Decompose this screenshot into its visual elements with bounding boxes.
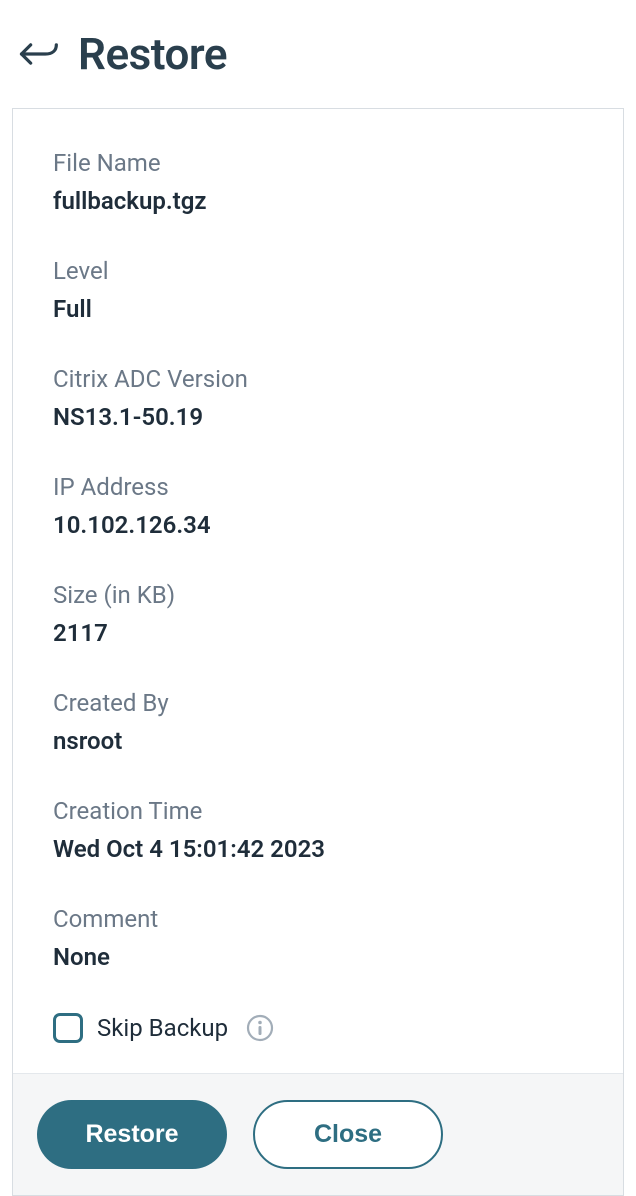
level-value: Full bbox=[53, 295, 583, 323]
skip-backup-checkbox[interactable] bbox=[53, 1013, 83, 1043]
file-name-value: fullbackup.tgz bbox=[53, 187, 583, 215]
field-size: Size (in KB) 2117 bbox=[53, 581, 583, 647]
ip-value: 10.102.126.34 bbox=[53, 511, 583, 539]
version-label: Citrix ADC Version bbox=[53, 365, 583, 393]
level-label: Level bbox=[53, 257, 583, 285]
size-value: 2117 bbox=[53, 619, 583, 647]
comment-label: Comment bbox=[53, 905, 583, 933]
version-value: NS13.1-50.19 bbox=[53, 403, 583, 431]
skip-backup-row: Skip Backup bbox=[53, 1013, 583, 1043]
field-comment: Comment None bbox=[53, 905, 583, 971]
back-icon[interactable] bbox=[16, 32, 60, 76]
created-by-value: nsroot bbox=[53, 727, 583, 755]
field-version: Citrix ADC Version NS13.1-50.19 bbox=[53, 365, 583, 431]
panel-body: File Name fullbackup.tgz Level Full Citr… bbox=[13, 109, 623, 1073]
close-button[interactable]: Close bbox=[253, 1100, 443, 1169]
field-created-by: Created By nsroot bbox=[53, 689, 583, 755]
creation-time-value: Wed Oct 4 15:01:42 2023 bbox=[53, 835, 583, 863]
field-file-name: File Name fullbackup.tgz bbox=[53, 149, 583, 215]
field-level: Level Full bbox=[53, 257, 583, 323]
panel-footer: Restore Close bbox=[13, 1073, 623, 1195]
skip-backup-label: Skip Backup bbox=[97, 1014, 228, 1042]
field-ip-address: IP Address 10.102.126.34 bbox=[53, 473, 583, 539]
ip-label: IP Address bbox=[53, 473, 583, 501]
info-icon[interactable] bbox=[246, 1014, 274, 1042]
restore-panel: File Name fullbackup.tgz Level Full Citr… bbox=[12, 108, 624, 1196]
file-name-label: File Name bbox=[53, 149, 583, 177]
created-by-label: Created By bbox=[53, 689, 583, 717]
field-creation-time: Creation Time Wed Oct 4 15:01:42 2023 bbox=[53, 797, 583, 863]
page-title: Restore bbox=[78, 28, 227, 80]
page-header: Restore bbox=[0, 0, 636, 108]
size-label: Size (in KB) bbox=[53, 581, 583, 609]
restore-button[interactable]: Restore bbox=[37, 1100, 227, 1169]
creation-time-label: Creation Time bbox=[53, 797, 583, 825]
comment-value: None bbox=[53, 943, 583, 971]
